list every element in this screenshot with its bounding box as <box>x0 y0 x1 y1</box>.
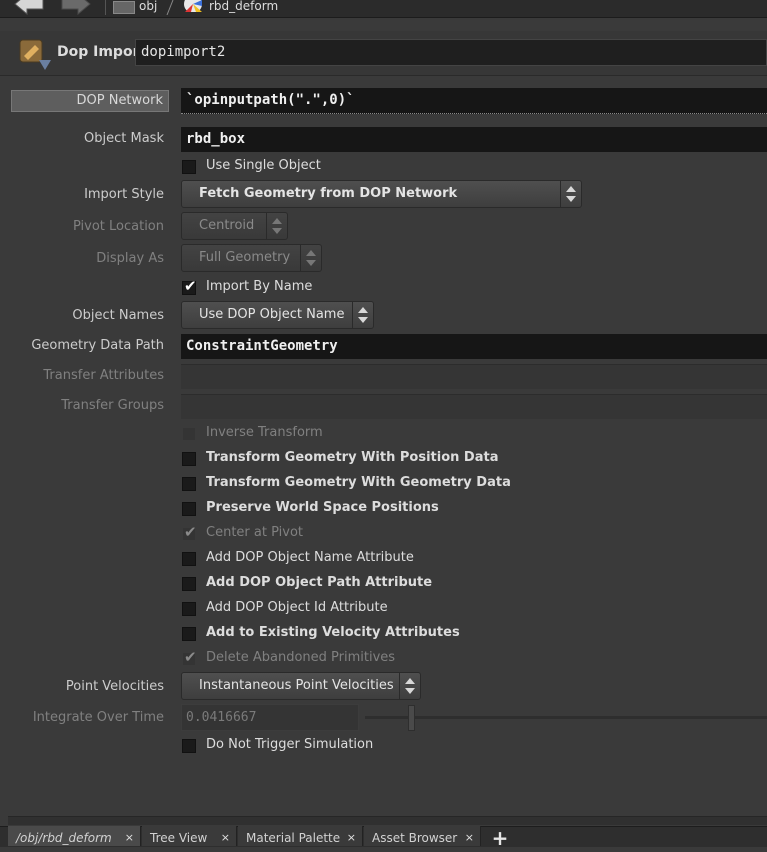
preserve-world-space-label: Preserve World Space Positions <box>206 500 439 515</box>
add-velocity-checkbox[interactable] <box>182 627 196 641</box>
use-single-object-checkbox[interactable] <box>182 160 196 174</box>
inverse-transform-label: Inverse Transform <box>206 425 323 440</box>
add-object-name-checkbox[interactable] <box>182 552 196 566</box>
import-style-value: Fetch Geometry from DOP Network <box>199 186 458 201</box>
up-down-arrow-icon <box>300 245 321 271</box>
display-as-label: Display As <box>96 251 164 266</box>
add-tab-icon[interactable]: + <box>488 824 512 850</box>
node-name-field[interactable]: dopimport2 <box>135 39 767 66</box>
tab-label: Tree View <box>150 831 208 845</box>
add-velocity-label: Add to Existing Velocity Attributes <box>206 625 460 640</box>
path-separator <box>105 0 106 15</box>
integrate-over-time-label: Integrate Over Time <box>32 710 164 725</box>
pivot-location-label: Pivot Location <box>72 219 164 234</box>
forward-button[interactable] <box>60 0 94 16</box>
horizontal-scrollbar[interactable] <box>8 816 767 825</box>
transform-position-label: Transform Geometry With Position Data <box>206 450 499 465</box>
transform-geometry-checkbox[interactable] <box>182 477 196 491</box>
preserve-world-space-checkbox[interactable] <box>182 502 196 516</box>
back-button[interactable] <box>11 0 45 16</box>
object-names-dropdown[interactable]: Use DOP Object Name <box>181 301 374 329</box>
add-object-name-label: Add DOP Object Name Attribute <box>206 550 414 565</box>
tab-material-palette[interactable]: Material Palette × <box>238 826 363 846</box>
up-down-arrow-icon <box>352 302 373 328</box>
crumb-obj[interactable]: obj <box>139 0 157 14</box>
close-icon[interactable]: × <box>465 826 474 850</box>
checkmark-icon: ✔ <box>184 648 197 666</box>
center-at-pivot-checkbox: ✔ <box>182 523 197 541</box>
add-object-id-label: Add DOP Object Id Attribute <box>206 600 388 615</box>
geometry-data-path-label: Geometry Data Path <box>31 338 164 353</box>
transfer-attributes-label: Transfer Attributes <box>43 368 164 383</box>
obj-network-icon <box>113 1 135 14</box>
dop-network-label: DOP Network <box>11 90 169 112</box>
transform-position-checkbox[interactable] <box>182 452 196 466</box>
crumb-divider-icon <box>166 0 174 16</box>
dop-network-field[interactable]: `opinputpath(".",0)` <box>181 88 767 114</box>
transfer-groups-field <box>181 394 767 419</box>
back-arrow-icon <box>14 0 44 16</box>
point-velocities-value: Instantaneous Point Velocities <box>199 678 394 693</box>
integrate-slider-track <box>365 716 767 719</box>
close-icon[interactable]: × <box>347 826 356 850</box>
checkmark-icon: ✔ <box>184 523 197 541</box>
geometry-data-path-field[interactable]: ConstraintGeometry <box>181 334 767 359</box>
tab-obj-rbd-deform[interactable]: /obj/rbd_deform × <box>8 826 141 846</box>
integrate-over-time-field: 0.0416667 <box>181 704 359 731</box>
display-as-dropdown: Full Geometry <box>181 244 322 272</box>
delete-abandoned-checkbox: ✔ <box>182 648 197 666</box>
import-by-name-label: Import By Name <box>206 279 313 294</box>
integrate-slider-handle <box>408 705 415 731</box>
pivot-location-dropdown: Centroid <box>181 212 288 240</box>
display-as-value: Full Geometry <box>199 250 291 265</box>
tab-asset-browser[interactable]: Asset Browser × <box>364 826 481 846</box>
object-mask-label: Object Mask <box>84 131 164 146</box>
transfer-attributes-field <box>181 364 767 389</box>
point-velocities-dropdown[interactable]: Instantaneous Point Velocities <box>181 672 421 700</box>
object-mask-field[interactable]: rbd_box <box>181 127 767 152</box>
delete-abandoned-label: Delete Abandoned Primitives <box>206 650 396 665</box>
point-velocities-label: Point Velocities <box>65 679 164 694</box>
dop-import-node-icon <box>15 34 55 74</box>
node-type-label: Dop Import <box>57 44 147 60</box>
import-style-label: Import Style <box>84 187 164 202</box>
transform-geometry-label: Transform Geometry With Geometry Data <box>206 475 511 490</box>
do-not-trigger-checkbox[interactable] <box>182 739 196 753</box>
up-down-arrow-icon <box>399 673 420 699</box>
rbd-geo-node-icon <box>183 0 203 13</box>
close-icon[interactable]: × <box>221 826 230 850</box>
inverse-transform-checkbox <box>182 427 196 441</box>
add-object-path-checkbox[interactable] <box>182 577 196 591</box>
tab-label: Asset Browser <box>372 831 458 845</box>
transfer-groups-label: Transfer Groups <box>61 398 164 413</box>
object-names-label: Object Names <box>72 308 164 323</box>
pivot-location-value: Centroid <box>199 218 255 233</box>
add-object-path-label: Add DOP Object Path Attribute <box>206 575 433 590</box>
use-single-object-label: Use Single Object <box>206 158 321 173</box>
up-down-arrow-icon <box>560 181 581 207</box>
checkmark-icon: ✔ <box>184 277 197 295</box>
up-down-arrow-icon <box>266 213 287 239</box>
import-style-dropdown[interactable]: Fetch Geometry from DOP Network <box>181 180 582 208</box>
import-by-name-checkbox[interactable]: ✔ <box>182 277 197 295</box>
tab-label: Material Palette <box>246 831 341 845</box>
do-not-trigger-label: Do Not Trigger Simulation <box>206 737 374 752</box>
close-icon[interactable]: × <box>125 826 134 850</box>
forward-arrow-icon <box>61 0 91 16</box>
center-at-pivot-label: Center at Pivot <box>206 525 303 540</box>
tab-label: /obj/rbd_deform <box>16 831 112 845</box>
crumb-rbd-deform[interactable]: rbd_deform <box>209 0 278 14</box>
add-object-id-checkbox[interactable] <box>182 602 196 616</box>
object-names-value: Use DOP Object Name <box>199 307 345 322</box>
tab-tree-view[interactable]: Tree View × <box>142 826 237 846</box>
